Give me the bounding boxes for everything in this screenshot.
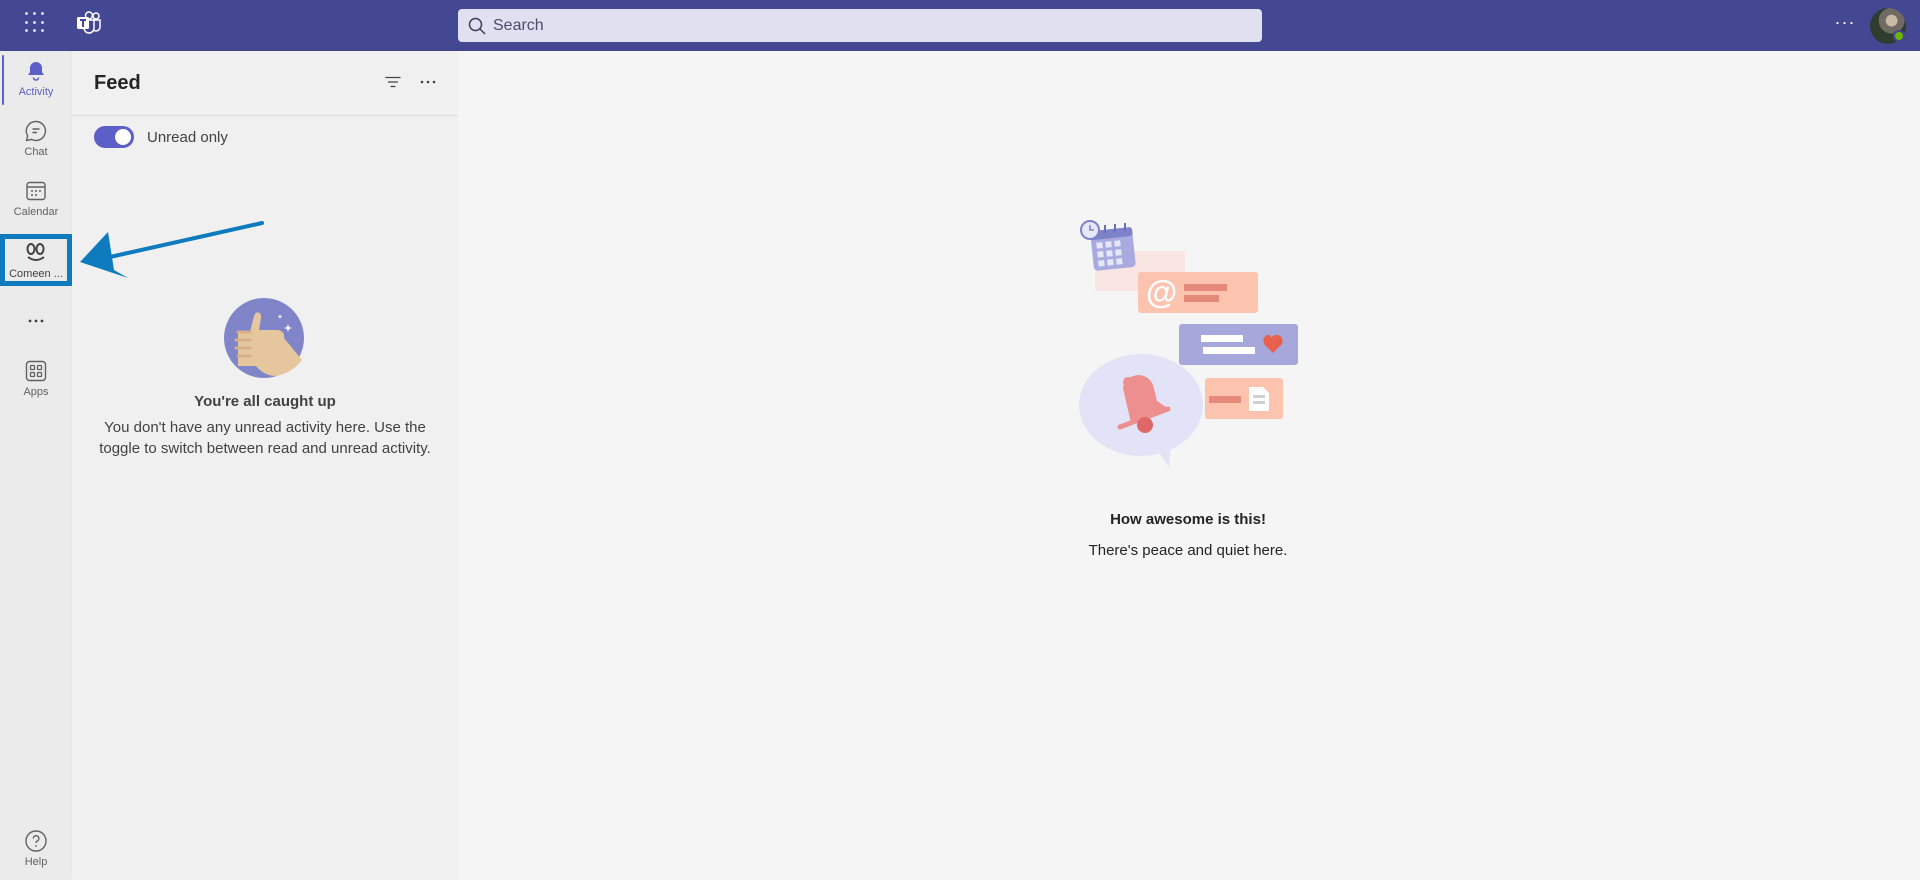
search-box[interactable] [458, 9, 1262, 42]
rail-item-apps[interactable]: Apps [0, 359, 72, 415]
rail-item-activity[interactable]: Activity [0, 59, 72, 115]
teams-logo-icon [77, 11, 101, 34]
unread-only-toggle-row: Unread only [94, 126, 228, 148]
annotation-arrow-icon [80, 221, 264, 278]
activity-feed-panel: Feed Unread only You're all caught up Yo… [72, 51, 458, 880]
rail-item-label: Calendar [13, 206, 59, 218]
settings-more-button[interactable]: ··· [1834, 13, 1856, 35]
app-bar: Activity Chat Calendar Comeen ... Apps H… [0, 51, 72, 880]
filter-icon[interactable] [383, 72, 403, 92]
more-apps-icon [28, 319, 44, 323]
chat-icon [25, 120, 47, 142]
toggle-label: Unread only [147, 128, 228, 146]
unread-only-toggle[interactable] [94, 126, 134, 148]
empty-state-text: You don't have any unread activity here.… [99, 419, 431, 457]
app-launcher-icon[interactable] [24, 11, 48, 35]
rail-item-chat[interactable]: Chat [0, 119, 72, 175]
rail-item-label: Help [24, 856, 48, 868]
more-options-icon[interactable] [418, 72, 438, 92]
main-empty-subtitle: There's peace and quiet here. [1088, 542, 1288, 559]
notifications-illustration: @ [1079, 220, 1298, 467]
rail-item-calendar[interactable]: Calendar [0, 179, 72, 235]
bell-icon [28, 62, 44, 81]
feed-header: Feed [72, 51, 458, 116]
rail-item-label: Activity [18, 86, 54, 98]
empty-state-title: You're all caught up [194, 393, 336, 410]
highlight-box [0, 234, 72, 286]
thumbs-up-illustration [224, 298, 304, 378]
presence-available-badge [1893, 30, 1905, 42]
apps-icon [25, 360, 47, 382]
calendar-icon [26, 181, 46, 201]
help-icon [25, 830, 47, 852]
svg-text:@: @ [1146, 274, 1177, 310]
search-icon [468, 17, 486, 35]
top-bar: ··· [0, 0, 1920, 51]
search-input[interactable] [493, 16, 1193, 35]
rail-item-label: Apps [23, 386, 49, 398]
feed-title: Feed [94, 72, 141, 94]
main-empty-title: How awesome is this! [1110, 511, 1266, 528]
rail-item-help[interactable]: Help [0, 829, 72, 880]
rail-item-label: Chat [24, 146, 48, 158]
